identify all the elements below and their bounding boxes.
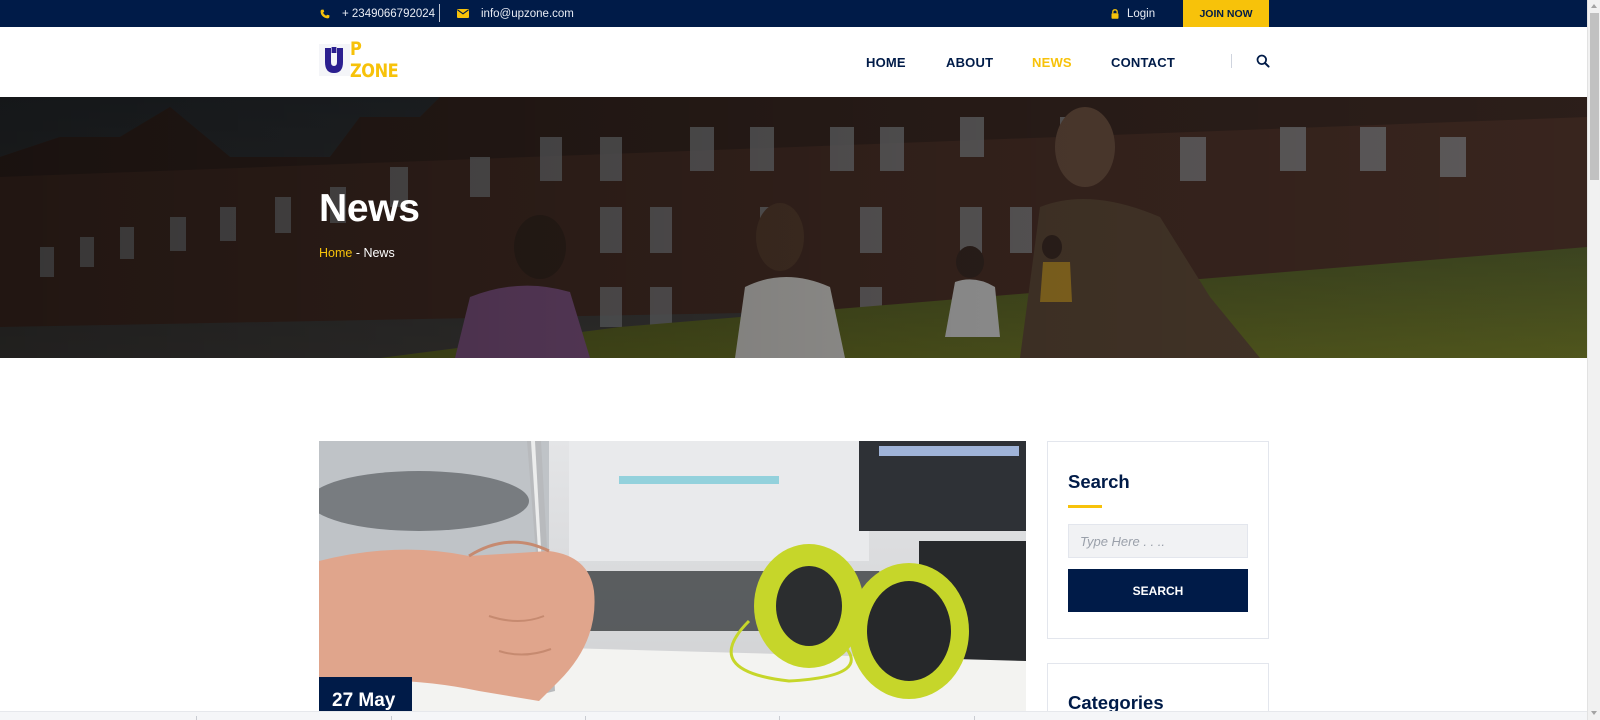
join-now-button[interactable]: JOIN NOW — [1183, 0, 1269, 27]
page-title: News — [319, 187, 420, 230]
nav-home[interactable]: HOME — [866, 27, 906, 97]
bottom-strip — [0, 711, 1587, 720]
top-bar: + 2349066792024 info@upzone.com Login JO… — [0, 0, 1587, 27]
search-widget-title: Search — [1068, 471, 1130, 492]
strip-tick — [391, 716, 392, 720]
login-link[interactable]: Login — [1111, 0, 1155, 27]
search-widget: Search SEARCH — [1047, 441, 1269, 639]
search-input[interactable] — [1068, 524, 1248, 558]
page-banner: News Home - News — [0, 97, 1587, 358]
email-address: info@upzone.com — [481, 7, 574, 20]
search-icon[interactable] — [1255, 53, 1271, 69]
title-underline — [1068, 505, 1102, 508]
contact-phone[interactable]: + 2349066792024 — [320, 0, 435, 27]
lock-icon — [1111, 8, 1119, 19]
login-label: Login — [1127, 7, 1156, 20]
post-featured-image[interactable] — [319, 441, 1026, 711]
nav-divider — [1231, 54, 1232, 68]
strip-tick — [974, 716, 975, 720]
nav-contact[interactable]: CONTACT — [1111, 27, 1175, 97]
page-scrollbar[interactable] — [1587, 0, 1600, 720]
envelope-icon — [457, 9, 469, 18]
nav-news[interactable]: NEWS — [1032, 27, 1072, 97]
strip-tick — [196, 716, 197, 720]
post-photo — [319, 441, 1026, 711]
breadcrumb: Home - News — [319, 246, 395, 260]
strip-tick — [585, 716, 586, 720]
contact-email[interactable]: info@upzone.com — [457, 0, 574, 27]
scrollbar-thumb[interactable] — [1590, 13, 1599, 180]
breadcrumb-separator: - — [352, 246, 364, 260]
main-nav: HOME ABOUT NEWS CONTACT — [0, 27, 1600, 97]
phone-icon — [320, 9, 330, 19]
phone-number: + 2349066792024 — [342, 7, 436, 20]
search-button[interactable]: SEARCH — [1068, 569, 1248, 612]
breadcrumb-home[interactable]: Home — [319, 246, 352, 260]
strip-tick — [779, 716, 780, 720]
page: + 2349066792024 info@upzone.com Login JO… — [0, 0, 1600, 720]
scroll-up-icon[interactable] — [1591, 4, 1597, 8]
nav-about[interactable]: ABOUT — [946, 27, 993, 97]
breadcrumb-current: News — [363, 246, 395, 260]
scroll-down-icon[interactable] — [1591, 711, 1597, 715]
topbar-divider — [439, 4, 440, 22]
banner-background-image — [0, 97, 1587, 358]
